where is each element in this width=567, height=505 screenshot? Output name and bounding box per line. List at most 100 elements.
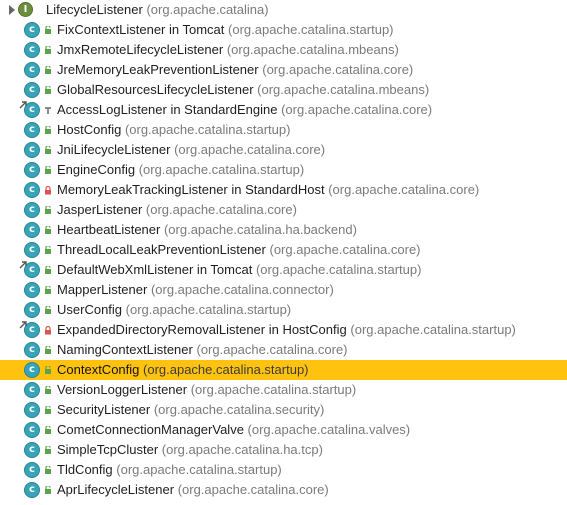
tree-item[interactable]: c AprLifecycleListener (org.apache.catali… (0, 480, 567, 500)
item-package: (org.apache.catalina.core) (177, 482, 329, 497)
item-name: NamingContextListener (57, 342, 193, 357)
item-package: (org.apache.catalina.core) (196, 342, 348, 357)
item-name: MemoryLeakTrackingListener in StandardHo… (57, 182, 325, 197)
item-name: GlobalResourcesLifecycleListener (57, 82, 254, 97)
class-c-icon: c (24, 402, 40, 418)
interface-icon: I (18, 2, 33, 17)
tree-item[interactable]: c JasperListener (org.apache.catalina.cor… (0, 200, 567, 220)
tree-item[interactable]: c VersionLoggerListener (org.apache.catal… (0, 380, 567, 400)
root-name: LifecycleListener (46, 2, 143, 17)
tree-item[interactable]: c UserConfig (org.apache.catalina.startup… (0, 300, 567, 320)
tree-item[interactable]: c NamingContextListener (org.apache.catal… (0, 340, 567, 360)
item-name: DefaultWebXmlListener in Tomcat (57, 262, 253, 277)
item-name: JreMemoryLeakPreventionListener (57, 62, 259, 77)
class-c-icon: c (24, 342, 40, 358)
public-visibility-icon (45, 386, 51, 394)
tree-item[interactable]: c GlobalResourcesLifecycleListener (org.a… (0, 80, 567, 100)
public-visibility-icon (45, 46, 51, 54)
class-c-icon: c (24, 362, 40, 378)
item-package: (org.apache.catalina.core) (174, 142, 326, 157)
item-package: (org.apache.catalina.mbeans) (257, 82, 430, 97)
tree-item[interactable]: c JniLifecycleListener (org.apache.catali… (0, 140, 567, 160)
public-visibility-icon (45, 486, 51, 494)
public-visibility-icon (45, 366, 51, 374)
tree-item[interactable]: c FixContextListener in Tomcat (org.apach… (0, 20, 567, 40)
item-label: CometConnectionManagerValve (org.apache.… (57, 421, 410, 439)
tree-item[interactable]: c HostConfig (org.apache.catalina.startup… (0, 120, 567, 140)
item-package: (org.apache.catalina.ha.backend) (163, 222, 357, 237)
item-name: TldConfig (57, 462, 113, 477)
tree-item[interactable]: c ExpandedDirectoryRemovalListener in Hos… (0, 320, 567, 340)
tree-item[interactable]: c SecurityListener (org.apache.catalina.s… (0, 400, 567, 420)
tree-item[interactable]: c AccessLogListener in StandardEngine (or… (0, 100, 567, 120)
override-marker-icon (19, 101, 27, 109)
item-name: VersionLoggerListener (57, 382, 188, 397)
collapse-arrow-icon[interactable] (9, 5, 15, 15)
item-name: SecurityListener (57, 402, 151, 417)
item-label: FixContextListener in Tomcat (org.apache… (57, 21, 394, 39)
public-visibility-icon (45, 206, 51, 214)
item-package: (org.apache.catalina.startup) (124, 122, 291, 137)
class-c-icon: c (24, 82, 40, 98)
item-label: MemoryLeakTrackingListener in StandardHo… (57, 181, 479, 199)
class-c-icon: c (24, 62, 40, 78)
item-package: (org.apache.catalina.startup) (116, 462, 282, 477)
item-name: CometConnectionManagerValve (57, 422, 244, 437)
item-package: (org.apache.catalina.ha.tcp) (161, 442, 323, 457)
item-name: EngineConfig (57, 162, 136, 177)
tree-item[interactable]: c CometConnectionManagerValve (org.apache… (0, 420, 567, 440)
item-label: MapperListener (org.apache.catalina.conn… (57, 281, 334, 299)
tree-item[interactable]: c ContextConfig (org.apache.catalina.star… (0, 360, 567, 380)
tree-item[interactable]: c ThreadLocalLeakPreventionListener (org.… (0, 240, 567, 260)
item-package: (org.apache.catalina.mbeans) (226, 42, 399, 57)
item-name: JniLifecycleListener (57, 142, 171, 157)
public-visibility-icon (45, 66, 51, 74)
class-c-icon: c (24, 282, 40, 298)
item-package: (org.apache.catalina.valves) (247, 422, 411, 437)
item-name: FixContextListener in Tomcat (57, 22, 225, 37)
private-visibility-icon (45, 186, 51, 195)
public-visibility-icon (45, 266, 51, 274)
override-marker-icon (19, 261, 27, 269)
public-visibility-icon (45, 406, 51, 414)
item-label: DefaultWebXmlListener in Tomcat (org.apa… (57, 261, 421, 279)
item-name: AccessLogListener in StandardEngine (57, 102, 278, 117)
class-c-icon: c (24, 242, 40, 258)
item-package: (org.apache.catalina.startup) (143, 362, 309, 377)
tree-item[interactable]: c JmxRemoteLifecycleListener (org.apache.… (0, 40, 567, 60)
item-label: JasperListener (org.apache.catalina.core… (57, 201, 297, 219)
item-label: EngineConfig (org.apache.catalina.startu… (57, 161, 304, 179)
item-name: UserConfig (57, 302, 123, 317)
tree-root[interactable]: I LifecycleListener (org.apache.catalina… (0, 0, 567, 20)
item-package: (org.apache.catalina.core) (269, 242, 421, 257)
item-name: ContextConfig (57, 362, 140, 377)
item-name: MapperListener (57, 282, 148, 297)
item-label: NamingContextListener (org.apache.catali… (57, 341, 348, 359)
item-label: JreMemoryLeakPreventionListener (org.apa… (57, 61, 413, 79)
item-package: (org.apache.catalina.core) (328, 182, 480, 197)
class-c-icon: c (24, 162, 40, 178)
item-package: (org.apache.catalina.startup) (190, 382, 357, 397)
class-c-icon: c (24, 482, 40, 498)
item-package: (org.apache.catalina.core) (145, 202, 297, 217)
class-c-icon: c (24, 182, 40, 198)
tree-item[interactable]: c EngineConfig (org.apache.catalina.start… (0, 160, 567, 180)
item-package: (org.apache.catalina.core) (262, 62, 414, 77)
public-visibility-icon (45, 346, 51, 354)
item-label: GlobalResourcesLifecycleListener (org.ap… (57, 81, 429, 99)
public-visibility-icon (45, 246, 51, 254)
class-c-icon: c (24, 42, 40, 58)
item-package: (org.apache.catalina.startup) (138, 162, 305, 177)
tree-item[interactable]: c MemoryLeakTrackingListener in StandardH… (0, 180, 567, 200)
tree-item[interactable]: c JreMemoryLeakPreventionListener (org.ap… (0, 60, 567, 80)
root-package: (org.apache.catalina) (146, 2, 269, 17)
item-package: (org.apache.catalina.startup) (350, 322, 516, 337)
tree-item[interactable]: c SimpleTcpCluster (org.apache.catalina.h… (0, 440, 567, 460)
tree-item[interactable]: c TldConfig (org.apache.catalina.startup) (0, 460, 567, 480)
tree-item[interactable]: c DefaultWebXmlListener in Tomcat (org.ap… (0, 260, 567, 280)
package-visibility-icon (45, 107, 51, 114)
tree-item[interactable]: c HeartbeatListener (org.apache.catalina.… (0, 220, 567, 240)
tree-item[interactable]: c MapperListener (org.apache.catalina.con… (0, 280, 567, 300)
type-hierarchy-tree: I LifecycleListener (org.apache.catalina… (0, 0, 567, 505)
item-package: (org.apache.catalina.connector) (150, 282, 334, 297)
